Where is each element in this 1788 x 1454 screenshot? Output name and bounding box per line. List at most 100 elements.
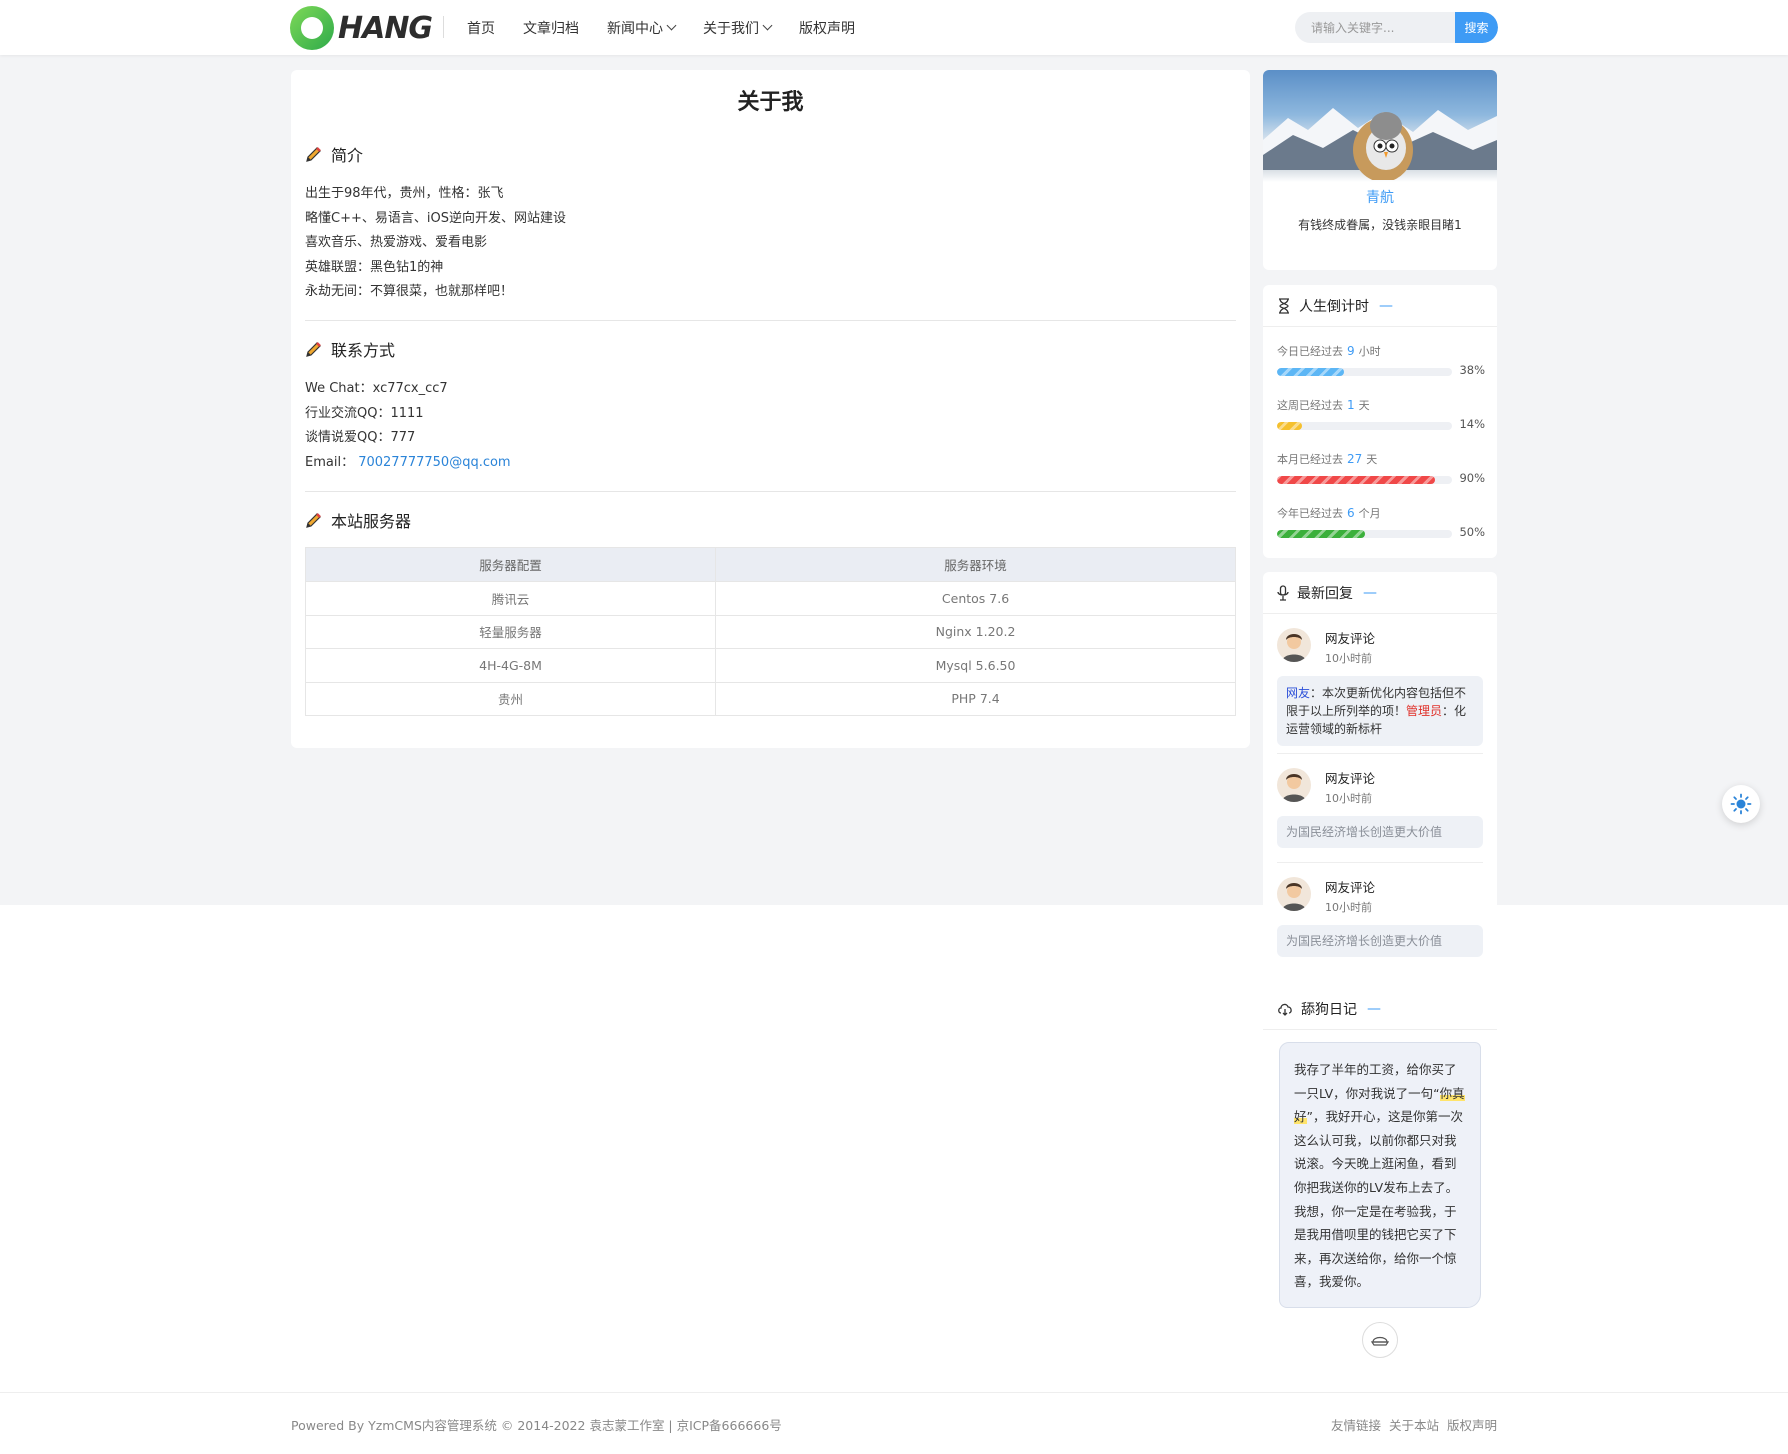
- reply-content: 网友：本次更新优化内容包括但不限于以上所列举的项！管理员：化运营领域的新标杆: [1277, 676, 1483, 746]
- email-label: Email：: [305, 454, 355, 470]
- nav-label: 关于我们: [703, 20, 759, 37]
- countdown-label: 今年已经过去 6 个月: [1277, 505, 1485, 521]
- progress-track: [1277, 476, 1452, 484]
- search-button[interactable]: 搜索: [1455, 12, 1498, 43]
- progress-percent: 14%: [1459, 417, 1485, 431]
- countdown-label: 今日已经过去 9 小时: [1277, 343, 1485, 359]
- intro-line: 略懂C++、易语言、iOS逆向开发、网站建设: [305, 210, 566, 226]
- footer-link-copyright[interactable]: 版权声明: [1447, 1418, 1497, 1433]
- countdown-prefix: 本月已经过去: [1277, 453, 1343, 466]
- email-link[interactable]: 70027777750@qq.com: [358, 455, 510, 470]
- email-line: Email： 70027777750@qq.com: [305, 451, 511, 476]
- table-cell: 贵州: [304, 681, 717, 716]
- nav-label: 文章归档: [523, 20, 579, 37]
- diary-text: 我存了半年的工资，给你买了一只LV，你对我说了一句“你真好”，我好开心，这是你第…: [1279, 1042, 1481, 1308]
- intro-heading: 简介: [305, 142, 363, 166]
- profile-name[interactable]: 青航: [1263, 187, 1497, 207]
- countdown-prefix: 今年已经过去: [1277, 507, 1343, 520]
- intro-line: 喜欢音乐、热爱游戏、爱看电影: [305, 235, 488, 250]
- dog-bowl-icon: [1371, 1336, 1389, 1346]
- table-cell: 轻量服务器: [304, 614, 717, 649]
- footer-links: 友情链接 关于本站 版权声明: [1327, 1415, 1497, 1434]
- search-input[interactable]: [1311, 12, 1461, 43]
- countdown-unit: 小时: [1358, 345, 1381, 358]
- site-logo[interactable]: HANG: [290, 6, 433, 50]
- progress-percent: 38%: [1459, 363, 1485, 377]
- footer-copyright: Powered By YzmCMS内容管理系统 © 2014-2022 袁志蒙工…: [291, 1418, 782, 1433]
- section-divider: [305, 491, 1236, 492]
- table-row: 腾讯云 Centos 7.6: [304, 581, 1236, 616]
- card-title: 舔狗日记: [1301, 1001, 1357, 1018]
- nav-item-home[interactable]: 首页: [467, 18, 495, 38]
- main-nav: 首页 文章归档 新闻中心 关于我们 版权声明: [467, 0, 883, 55]
- countdown-card: 人生倒计时 — 今日已经过去 9 小时 38% 这周已经过去 1 天 14% 本月已经过…: [1263, 285, 1497, 558]
- table-row: 贵州 PHP 7.4: [304, 681, 1236, 716]
- pencil-icon: [306, 147, 321, 162]
- table-row: 4H-4G-8M Mysql 5.6.50: [304, 648, 1236, 683]
- countdown-value: 27: [1347, 452, 1363, 466]
- latest-replies-card: 最新回复 — 网友评论 10小时前 网友：本次更新优化内容包括但不限于以上所列举…: [1263, 572, 1497, 972]
- qq-love-line: 谈情说爱QQ：777: [305, 430, 416, 445]
- progress-fill: [1277, 476, 1435, 484]
- profile-cover-image: [1263, 70, 1497, 182]
- user-avatar: [1277, 877, 1311, 911]
- nav-item-copyright[interactable]: 版权声明: [799, 18, 855, 38]
- logo-text: HANG: [338, 10, 433, 46]
- countdown-value: 6: [1347, 506, 1355, 520]
- search-box: 搜索: [1295, 12, 1498, 43]
- title-dash: —: [1379, 297, 1393, 314]
- countdown-year: 今年已经过去 6 个月 50%: [1277, 505, 1485, 539]
- progress-percent: 50%: [1459, 525, 1485, 539]
- card-title: 人生倒计时: [1299, 298, 1369, 315]
- title-dash: —: [1367, 1000, 1381, 1017]
- progress-track: [1277, 368, 1452, 376]
- reply-author: 网友评论: [1325, 631, 1376, 646]
- nav-item-about[interactable]: 关于我们: [703, 18, 773, 38]
- table-header-row: 服务器配置 服务器环境: [304, 547, 1236, 582]
- countdown-month: 本月已经过去 27 天 90%: [1277, 451, 1485, 485]
- nav-label: 首页: [467, 20, 495, 37]
- reply-time: 10小时前: [1325, 901, 1372, 914]
- nav-item-archive[interactable]: 文章归档: [523, 18, 579, 38]
- countdown-label: 这周已经过去 1 天: [1277, 397, 1485, 413]
- logo-q-icon: [290, 6, 334, 50]
- column-header: 服务器配置: [304, 547, 717, 582]
- cloud-icon: [1278, 1003, 1292, 1016]
- server-heading: 本站服务器: [305, 508, 411, 532]
- footer-link-about[interactable]: 关于本站: [1389, 1418, 1439, 1433]
- nav-label: 版权声明: [799, 20, 855, 37]
- user-tag: 网友: [1286, 686, 1311, 700]
- table-cell: Centos 7.6: [715, 581, 1236, 616]
- about-content-card: 关于我 简介 出生于98年代，贵州，性格：张飞 略懂C++、易语言、iOS逆向开…: [291, 70, 1250, 748]
- reply-content: 为国民经济增长创造更大价值: [1277, 925, 1483, 957]
- countdown-day: 今日已经过去 9 小时 38%: [1277, 343, 1485, 377]
- user-avatar: [1277, 768, 1311, 802]
- profile-card: 青航 有钱终成眷属，没钱亲眼目睹1: [1263, 70, 1497, 270]
- countdown-unit: 天: [1366, 453, 1378, 466]
- sun-icon: [1730, 793, 1752, 815]
- footer-link-friends[interactable]: 友情链接: [1331, 1418, 1381, 1433]
- progress-fill: [1277, 530, 1365, 538]
- countdown-label: 本月已经过去 27 天: [1277, 451, 1485, 467]
- card-title: 最新回复: [1297, 585, 1353, 602]
- progress-track: [1277, 422, 1452, 430]
- diary-card: 舔狗日记 — 我存了半年的工资，给你买了一只LV，你对我说了一句“你真好”，我好…: [1263, 988, 1497, 1380]
- countdown-prefix: 这周已经过去: [1277, 399, 1343, 412]
- qq-industry-line: 行业交流QQ：1111: [305, 405, 424, 421]
- contact-heading: 联系方式: [305, 337, 395, 361]
- diary-refresh-button[interactable]: [1362, 1322, 1398, 1358]
- reply-divider: [1277, 753, 1483, 754]
- nav-item-news[interactable]: 新闻中心: [607, 18, 677, 38]
- page-title: 关于我: [737, 90, 804, 115]
- user-avatar: [1277, 628, 1311, 662]
- replies-header: 最新回复 —: [1263, 572, 1497, 614]
- countdown-value: 1: [1347, 398, 1355, 412]
- theme-toggle-button[interactable]: [1722, 785, 1760, 823]
- server-table: 服务器配置 服务器环境 腾讯云 Centos 7.6 轻量服务器 Nginx 1.2…: [304, 547, 1236, 716]
- reply-author: 网友评论: [1325, 771, 1376, 786]
- profile-motto: 有钱终成眷属，没钱亲眼目睹1: [1298, 218, 1462, 232]
- section-title: 简介: [331, 146, 364, 165]
- profile-avatar[interactable]: [1348, 90, 1418, 180]
- progress-fill: [1277, 422, 1302, 430]
- nav-label: 新闻中心: [607, 20, 663, 37]
